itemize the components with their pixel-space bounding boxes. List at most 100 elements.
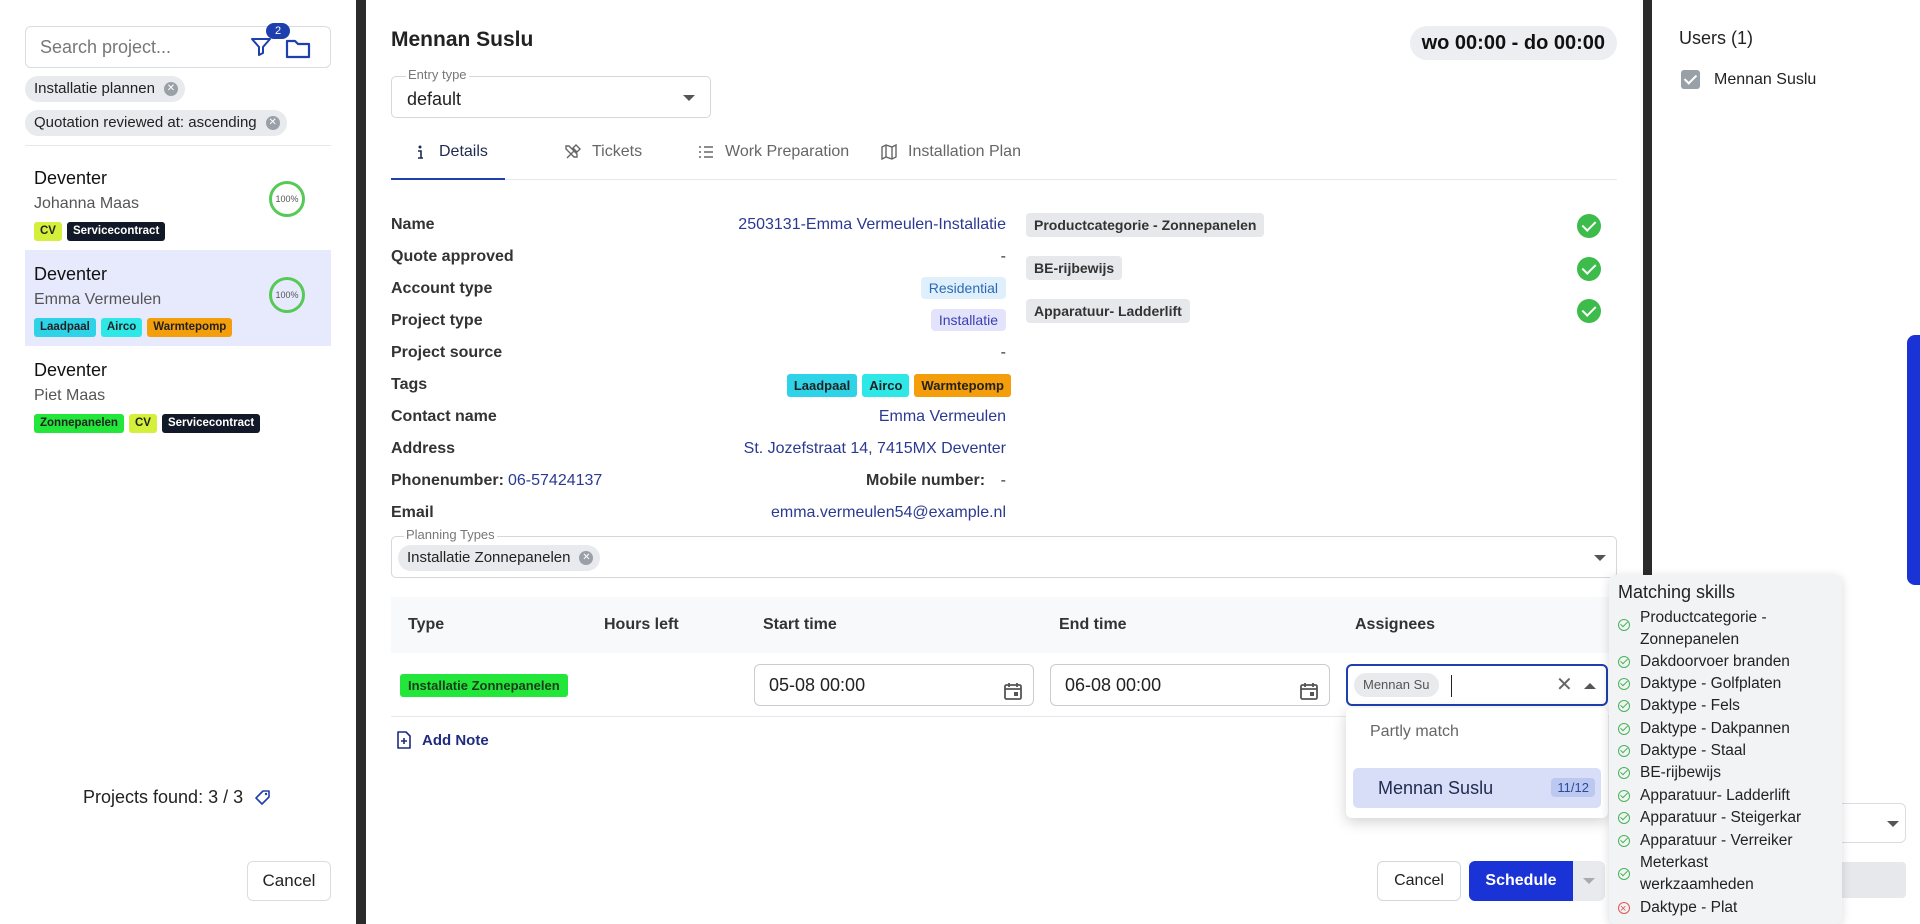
planning-types-select[interactable]: Planning Types Installatie Zonnepanelen … [391, 527, 1617, 578]
chevron-down-icon [683, 95, 695, 101]
sort-chip[interactable]: Quotation reviewed at: ascending ✕ [25, 110, 287, 136]
project-type-badge: Installatie [930, 309, 1006, 331]
panel-select[interactable] [1834, 803, 1906, 843]
info-icon [418, 145, 423, 159]
account-type-badge: Residential [920, 277, 1006, 299]
email-label: Email [391, 504, 434, 521]
search-box: 2 [25, 23, 331, 68]
add-note-button[interactable]: Add Note [396, 731, 489, 749]
check-circle-icon [1618, 767, 1630, 779]
address-value[interactable]: St. Jozefstraat 14, 7415MX Deventer [744, 440, 1006, 458]
user-checkbox[interactable] [1681, 70, 1700, 89]
contact-value[interactable]: Emma Vermeulen [879, 408, 1006, 426]
schedule-modal: Mennan Suslu wo 00:00 - do 00:00 Entry t… [366, 0, 1643, 924]
tag-badge: Laadpaal [786, 374, 858, 397]
type-tag: Installatie Zonnepanelen [400, 674, 568, 697]
chevron-down-icon [1887, 821, 1899, 827]
progress-ring: 100% [269, 181, 305, 217]
check-circle-icon [1618, 656, 1630, 668]
folder-icon[interactable] [284, 35, 312, 61]
tools-icon [565, 144, 581, 159]
tags-label: Tags [391, 376, 428, 393]
phone-value[interactable]: 06-57424137 [508, 472, 602, 490]
tab-bar: Details Tickets Work Preparation Install… [391, 140, 1617, 180]
chevron-down-icon [1583, 878, 1595, 884]
tab-work-preparation[interactable]: Work Preparation [697, 140, 849, 180]
skill-item: Apparatuur- Ladderlift [1618, 785, 1790, 807]
assignees-select[interactable]: Mennan Su ✕ [1346, 664, 1608, 706]
text-cursor [1451, 675, 1452, 697]
clear-icon[interactable]: ✕ [1556, 672, 1573, 697]
skill-item: BE-rijbewijs [1618, 762, 1721, 784]
skill-item: Productcategorie - Zonnepanelen [1618, 607, 1828, 651]
name-label: Name [391, 216, 435, 233]
tag-badge: CV [128, 414, 157, 433]
progress-ring: 100% [269, 277, 305, 313]
tag-badge: Servicecontract [66, 222, 166, 241]
chevron-up-icon[interactable] [1584, 683, 1596, 689]
check-circle-icon [1618, 745, 1630, 757]
contact-label: Contact name [391, 408, 497, 425]
tag-badge: Warmtepomp [147, 318, 233, 337]
divider [25, 145, 331, 146]
name-value[interactable]: 2503131-Emma Vermeulen-Installatie [738, 216, 1006, 234]
quote-value: - [1000, 248, 1006, 265]
cancel-button[interactable]: Cancel [247, 861, 331, 901]
check-circle-icon [1577, 299, 1601, 323]
project-item[interactable]: Deventer Piet Maas Zonnepanelen CV Servi… [25, 346, 331, 442]
check-circle-icon [1618, 678, 1630, 690]
quote-label: Quote approved [391, 248, 514, 265]
assignee-option[interactable]: Mennan Suslu 11/12 [1353, 768, 1601, 808]
projects-found-count: Projects found: 3 / 3 [83, 787, 244, 807]
user-name: Mennan Suslu [1714, 71, 1817, 88]
search-input[interactable] [40, 35, 240, 59]
planning-type-chip[interactable]: Installatie Zonnepanelen ✕ [398, 545, 601, 571]
skill-item: Apparatuur - Steigerkar [1618, 807, 1801, 829]
calendar-icon[interactable] [1299, 675, 1319, 715]
cancel-button[interactable]: Cancel [1377, 861, 1461, 901]
skill-item: Daktype - Golfplaten [1618, 673, 1781, 695]
table-header: Type Hours left Start time End time Assi… [391, 597, 1617, 653]
project-item[interactable]: Deventer Johanna Maas 100% CV Servicecon… [25, 154, 331, 250]
tag-icon[interactable] [254, 789, 272, 807]
tag-badge: CV [34, 222, 62, 241]
time-range-badge: wo 00:00 - do 00:00 [1409, 26, 1617, 60]
users-title: Users (1) [1679, 28, 1754, 48]
side-handle[interactable] [1907, 335, 1920, 585]
end-time-field[interactable]: 06-08 00:00 [1050, 664, 1330, 706]
check-circle-icon [1618, 723, 1630, 735]
filter-icon[interactable] [249, 35, 273, 59]
skill-item-missing: Daktype - Plat [1618, 897, 1737, 920]
remove-chip-icon[interactable]: ✕ [163, 82, 178, 96]
tag-badge: Airco [100, 318, 143, 337]
start-time-field[interactable]: 05-08 00:00 [754, 664, 1034, 706]
assignee-chip[interactable]: Mennan Su [1354, 673, 1439, 697]
backdrop [356, 0, 366, 924]
skill-item: Daktype - Staal [1618, 740, 1746, 762]
skill-item: Meterkast werkzaamheden [1618, 852, 1754, 896]
schedule-button[interactable]: Schedule [1469, 861, 1573, 901]
check-circle-icon [1618, 835, 1630, 847]
check-circle-icon [1618, 790, 1630, 802]
mobile-value: - [1000, 472, 1006, 489]
project-source-value: - [1000, 344, 1006, 361]
skill-item: Daktype - Fels [1618, 695, 1740, 717]
check-circle-icon [1577, 214, 1601, 238]
x-circle-icon [1618, 898, 1630, 920]
tab-tickets[interactable]: Tickets [564, 140, 642, 180]
tab-details[interactable]: Details [391, 140, 505, 180]
calendar-icon[interactable] [1003, 675, 1023, 715]
check-circle-icon [1618, 812, 1630, 824]
phone-label: Phonenumber: [391, 472, 504, 489]
tab-installation-plan[interactable]: Installation Plan [880, 140, 1021, 180]
project-type-label: Project type [391, 312, 483, 329]
entry-type-select[interactable]: Entry type default [391, 67, 711, 118]
filter-chip[interactable]: Installatie plannen ✕ [25, 76, 185, 102]
check-circle-icon [1618, 700, 1630, 712]
schedule-options-button[interactable] [1573, 861, 1605, 901]
panel-button[interactable] [1834, 862, 1906, 898]
remove-chip-icon[interactable]: ✕ [579, 551, 594, 565]
email-value[interactable]: emma.vermeulen54@example.nl [771, 504, 1006, 522]
remove-chip-icon[interactable]: ✕ [265, 116, 280, 130]
project-item-selected[interactable]: Deventer Emma Vermeulen 100% Laadpaal Ai… [25, 250, 331, 346]
